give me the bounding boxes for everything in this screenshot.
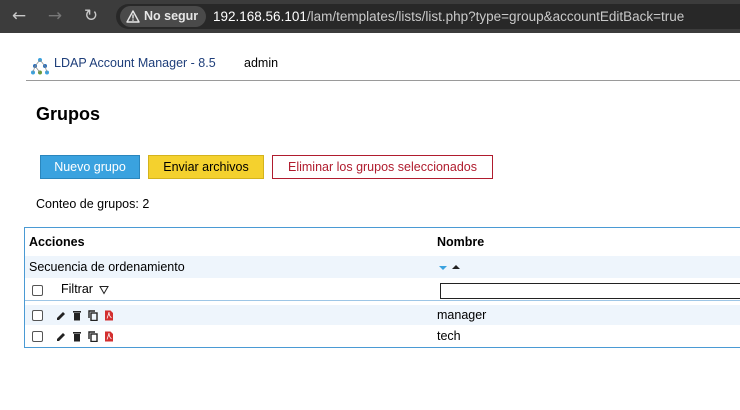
app-header: LDAP Account Manager - 8.5 admin xyxy=(26,50,740,81)
row-checkbox[interactable] xyxy=(32,310,43,321)
sort-descending-icon[interactable] xyxy=(439,266,447,270)
group-count: Conteo de grupos: 2 xyxy=(36,197,150,211)
forward-arrow-icon[interactable]: → xyxy=(44,0,66,33)
app-title[interactable]: LDAP Account Manager - 8.5 xyxy=(54,56,216,70)
sort-row: Secuencia de ordenamiento xyxy=(25,256,740,278)
lam-logo-icon xyxy=(31,58,49,75)
table-header-row: Acciones Nombre xyxy=(25,228,740,257)
pdf-icon[interactable] xyxy=(104,331,114,342)
group-name[interactable]: tech xyxy=(437,329,461,343)
edit-icon[interactable] xyxy=(56,331,66,342)
copy-icon[interactable] xyxy=(88,310,98,321)
security-chip[interactable]: No segur xyxy=(120,6,207,27)
address-bar[interactable]: No segur 192.168.56.101/lam/templates/li… xyxy=(116,4,740,29)
sort-label: Secuencia de ordenamiento xyxy=(29,260,185,274)
url-path: /lam/templates/lists/list.php?type=group… xyxy=(306,9,685,24)
reload-icon[interactable]: ↻ xyxy=(80,0,102,33)
copy-icon[interactable] xyxy=(88,331,98,342)
filter-row: Filtrar xyxy=(25,278,740,301)
url-text[interactable]: 192.168.56.101/lam/templates/lists/list.… xyxy=(213,4,684,29)
security-label: No segur xyxy=(144,9,199,23)
name-filter-input[interactable] xyxy=(440,283,740,299)
url-host: 192.168.56.101 xyxy=(213,9,307,24)
table-row[interactable]: manager xyxy=(25,305,740,325)
select-all-checkbox[interactable] xyxy=(32,285,43,296)
table-row[interactable]: tech xyxy=(25,326,740,346)
browser-toolbar: ← → ↻ No segur 192.168.56.101/lam/templa… xyxy=(0,0,740,33)
column-header-name[interactable]: Nombre xyxy=(437,235,484,249)
pdf-icon[interactable] xyxy=(104,310,114,321)
delete-selected-button[interactable]: Eliminar los grupos seleccionados xyxy=(272,155,493,179)
upload-files-button[interactable]: Enviar archivos xyxy=(148,155,264,179)
column-header-actions: Acciones xyxy=(29,235,85,249)
row-checkbox[interactable] xyxy=(32,331,43,342)
page-title: Grupos xyxy=(36,104,101,124)
delete-icon[interactable] xyxy=(72,310,82,321)
filter-label: Filtrar xyxy=(61,282,93,296)
group-name[interactable]: manager xyxy=(437,308,486,322)
delete-icon[interactable] xyxy=(72,331,82,342)
groups-table: Acciones Nombre Secuencia de ordenamient… xyxy=(24,227,740,348)
user-name[interactable]: admin xyxy=(244,56,278,70)
warning-icon xyxy=(126,10,140,23)
filter-icon[interactable] xyxy=(99,285,109,295)
back-arrow-icon[interactable]: ← xyxy=(8,0,30,33)
new-group-button[interactable]: Nuevo grupo xyxy=(40,155,140,179)
sort-ascending-icon[interactable] xyxy=(452,265,460,269)
edit-icon[interactable] xyxy=(56,310,66,321)
